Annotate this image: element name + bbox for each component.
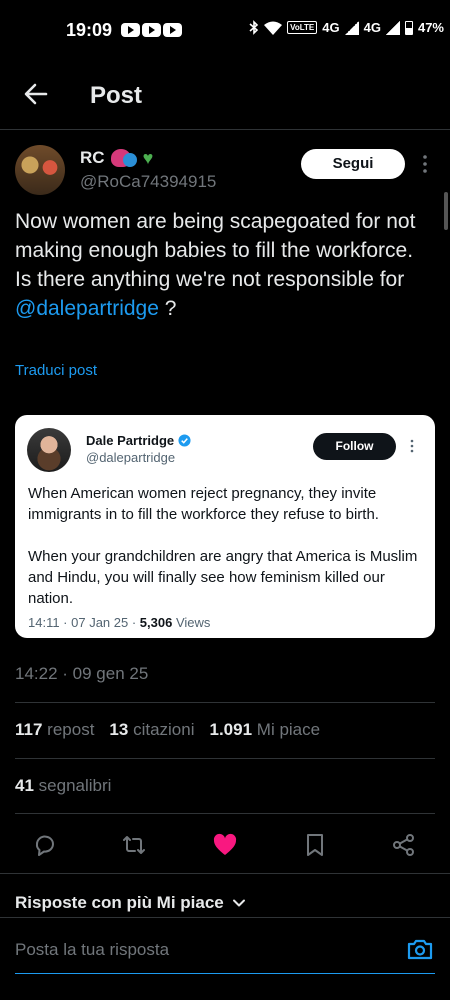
youtube-icon: [121, 23, 140, 37]
quotes-label: citazioni: [133, 720, 195, 739]
quoted-post-meta: 14:11 · 07 Jan 25 · 5,306 Views: [28, 615, 210, 630]
signal-icon-2: [385, 20, 400, 35]
wifi-icon: [264, 21, 283, 35]
divider: [15, 702, 435, 703]
likes-stat[interactable]: 1.091 Mi piace: [210, 720, 321, 740]
back-arrow-icon[interactable]: [22, 80, 50, 108]
post-text-question: Is there anything we're not responsible …: [15, 268, 405, 291]
post-text: Now women are being scapegoated for not …: [15, 207, 440, 323]
bluetooth-icon: [249, 20, 259, 35]
notification-icons: [121, 23, 182, 37]
quoted-views-count: 5,306: [139, 615, 173, 630]
repost-icon[interactable]: [121, 832, 147, 858]
post-text-line1: Now women are being scapegoated for not …: [15, 210, 416, 262]
mention-link[interactable]: @dalepartridge: [15, 297, 159, 320]
sort-label: Risposte con più Mi piace: [15, 893, 224, 912]
replies-sort-dropdown[interactable]: Risposte con più Mi piace: [15, 893, 246, 913]
network-type: 4G: [322, 20, 340, 35]
quoted-paragraph-1: When American women reject pregnancy, th…: [28, 485, 379, 523]
quoted-follow-button: Follow: [313, 433, 396, 460]
divider: [0, 873, 450, 874]
post-timestamp: 14:22 · 09 gen 25: [15, 664, 149, 683]
divider: [15, 758, 435, 759]
chevron-down-icon: [232, 899, 245, 907]
volte-badge: VoLTE: [287, 21, 318, 34]
verified-icon: [178, 434, 191, 447]
quoted-views-label: Views: [172, 615, 211, 630]
author-name[interactable]: RC ♥: [80, 148, 161, 168]
scrollbar-thumb[interactable]: [444, 192, 448, 230]
camera-icon[interactable]: [406, 937, 434, 961]
author-avatar[interactable]: [15, 145, 65, 195]
bookmark-icon[interactable]: [302, 832, 328, 858]
bookmarks-stat[interactable]: 41 segnalibri: [15, 776, 111, 796]
follow-button[interactable]: Segui: [301, 149, 405, 179]
share-icon[interactable]: [391, 832, 417, 858]
more-options-icon[interactable]: [418, 153, 432, 175]
system-status: VoLTE 4G 4G 47%: [249, 20, 444, 35]
quoted-paragraph-2: When your grandchildren are angry that A…: [28, 548, 418, 607]
quotes-stat[interactable]: 13 citazioni: [109, 720, 194, 740]
bookmarks-label: segnalibri: [38, 776, 112, 795]
battery-icon: [404, 20, 413, 35]
theater-masks-emoji-icon: [110, 149, 137, 167]
status-time: 19:09: [66, 20, 113, 40]
author-handle[interactable]: @RoCa74394915: [80, 172, 216, 192]
engagement-stats: 117 repost 13 citazioni 1.091 Mi piace: [15, 720, 320, 740]
reply-composer: Posta la tua risposta: [0, 917, 450, 1000]
page-title: Post: [90, 82, 143, 109]
quoted-timestamp: 14:11 · 07 Jan 25 ·: [28, 615, 140, 630]
top-app-bar: Post: [0, 60, 450, 130]
post-text-line2: Is there anything we're not responsible …: [15, 265, 440, 323]
likes-count: 1.091: [209, 720, 253, 739]
signal-icon: [344, 20, 359, 35]
translate-post-link[interactable]: Traduci post: [15, 362, 97, 379]
quoted-author-name: Dale Partridge: [86, 433, 191, 448]
youtube-icon: [142, 23, 161, 37]
reply-input[interactable]: Posta la tua risposta: [15, 940, 169, 960]
youtube-icon: [163, 23, 182, 37]
heart-icon[interactable]: [212, 832, 238, 858]
bookmarks-count: 41: [15, 776, 34, 795]
quotes-count: 13: [109, 720, 129, 739]
post-text-end: ?: [158, 297, 177, 320]
reposts-label: repost: [47, 720, 95, 739]
quoted-author-display-name: Dale Partridge: [86, 433, 175, 448]
divider: [15, 813, 435, 814]
reposts-stat[interactable]: 117 repost: [15, 720, 94, 740]
author-display-name: RC: [80, 148, 105, 167]
green-heart-emoji-icon: ♥: [142, 148, 154, 168]
quoted-post-image[interactable]: Dale Partridge @dalepartridge Follow Whe…: [15, 415, 435, 638]
network-type-2: 4G: [363, 20, 381, 35]
quoted-post-text: When American women reject pregnancy, th…: [28, 483, 428, 630]
reply-input-underline: [15, 973, 435, 974]
battery-level: 47%: [417, 20, 444, 35]
quoted-author-avatar: [27, 428, 71, 472]
likes-label: Mi piace: [256, 720, 321, 739]
quoted-more-icon: [410, 439, 414, 453]
status-bar: 19:09 VoLTE 4G 4G 47%: [0, 0, 450, 60]
quoted-author-handle: @dalepartridge: [86, 450, 176, 465]
reply-icon[interactable]: [32, 832, 58, 858]
action-bar: [0, 825, 450, 865]
reposts-count: 117: [15, 720, 43, 739]
